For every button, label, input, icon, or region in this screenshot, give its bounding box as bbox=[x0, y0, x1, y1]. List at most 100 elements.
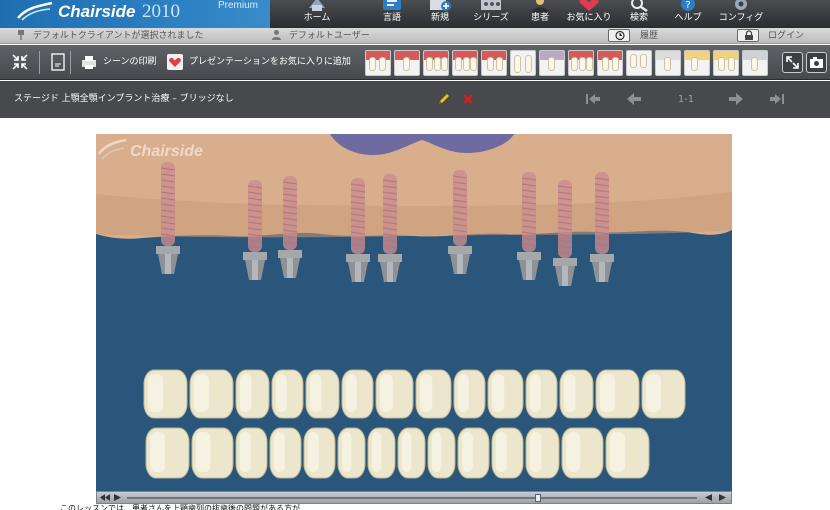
lower-denture bbox=[145, 427, 650, 479]
login-button[interactable] bbox=[737, 29, 759, 42]
history-label[interactable]: 履歴 bbox=[640, 29, 658, 43]
thumb-tooth bbox=[571, 57, 578, 71]
nav-help-label: ヘルプ bbox=[674, 13, 702, 23]
pin-icon bbox=[18, 30, 24, 40]
scene-thumbnail[interactable] bbox=[626, 50, 652, 76]
close-icon[interactable] bbox=[461, 92, 475, 106]
next-page-icon[interactable] bbox=[727, 92, 745, 106]
nav-series-button[interactable]: シリーズ bbox=[465, 0, 517, 28]
watermark-text: Chairside bbox=[130, 143, 203, 160]
thumb-tooth bbox=[718, 57, 725, 71]
clock-icon bbox=[615, 30, 625, 41]
svg-text:?: ? bbox=[685, 0, 690, 11]
first-page-icon[interactable] bbox=[584, 92, 602, 106]
add-favorite-icon[interactable] bbox=[166, 53, 184, 71]
thumb-tooth bbox=[612, 57, 619, 71]
thumb-tooth bbox=[640, 54, 647, 68]
top-header: Chairside 2010 Premium ホーム 言語 新規 シリーズ 患者… bbox=[0, 0, 830, 28]
fullscreen-icon bbox=[786, 56, 799, 69]
chairside-logo-icon bbox=[17, 1, 53, 21]
scene-thumbnail[interactable] bbox=[452, 50, 478, 76]
nav-series-label: シリーズ bbox=[473, 13, 509, 23]
logo-year: 2010 bbox=[142, 1, 180, 22]
print-scene-label[interactable]: シーンの印刷 bbox=[103, 56, 157, 68]
present-button[interactable] bbox=[806, 52, 827, 73]
config-icon bbox=[735, 0, 747, 10]
thumb-tooth bbox=[525, 55, 532, 73]
scene-thumbnail[interactable] bbox=[568, 50, 594, 76]
series-icon bbox=[481, 0, 501, 10]
add-favorite-label[interactable]: プレゼンテーションをお気に入りに追加 bbox=[189, 56, 351, 68]
dental-implant-illustration bbox=[96, 134, 732, 479]
nav-new-label: 新規 bbox=[430, 13, 449, 23]
thumb-tooth bbox=[579, 57, 586, 71]
edit-icon[interactable] bbox=[437, 92, 451, 106]
rewind-icon[interactable] bbox=[99, 493, 111, 502]
scene-thumbnail[interactable] bbox=[423, 50, 449, 76]
nav-favorites-button[interactable]: お気に入り bbox=[563, 0, 615, 28]
step-forward-icon[interactable] bbox=[716, 493, 728, 502]
thumb-tooth bbox=[751, 57, 758, 71]
thumb-tooth bbox=[379, 57, 386, 71]
favorites-icon bbox=[579, 0, 599, 11]
thumb-tooth bbox=[463, 57, 470, 71]
scene-thumbnail[interactable] bbox=[742, 50, 768, 76]
collapse-icon[interactable] bbox=[11, 53, 29, 71]
last-page-icon[interactable] bbox=[768, 92, 786, 106]
user-status-text: デフォルトユーザー bbox=[288, 31, 370, 41]
nav-config-button[interactable]: コンフィグ bbox=[715, 0, 767, 28]
nav-home-button[interactable]: ホーム bbox=[291, 0, 343, 28]
help-icon: ? bbox=[681, 0, 695, 11]
client-status[interactable]: デフォルトクライアントが選択されました bbox=[16, 29, 204, 43]
nav-search-label: 検索 bbox=[629, 13, 648, 23]
new-icon bbox=[430, 0, 451, 11]
thumb-tooth bbox=[441, 57, 448, 71]
history-button[interactable] bbox=[608, 29, 630, 42]
logo-edition: Premium bbox=[218, 0, 259, 11]
nav-home-label: ホーム bbox=[303, 13, 331, 23]
page-indicator: 1-1 bbox=[677, 94, 695, 105]
toolbar-divider bbox=[70, 51, 71, 74]
scene-viewer[interactable]: Chairside bbox=[96, 134, 732, 491]
scene-thumbnail[interactable] bbox=[394, 50, 420, 76]
login-label[interactable]: ログイン bbox=[768, 29, 804, 43]
nav-help-button[interactable]: ? ヘルプ bbox=[662, 0, 714, 28]
thumb-tooth bbox=[434, 57, 441, 71]
page-setup-icon[interactable] bbox=[49, 53, 67, 71]
scene-thumbnail[interactable] bbox=[510, 50, 536, 76]
camera-icon bbox=[810, 57, 823, 68]
user-status[interactable]: デフォルトユーザー bbox=[271, 29, 370, 43]
home-icon bbox=[309, 0, 325, 11]
print-icon[interactable] bbox=[80, 53, 98, 71]
nav-search-button[interactable]: 検索 bbox=[613, 0, 665, 28]
scene-thumbnail[interactable] bbox=[655, 50, 681, 76]
prev-page-icon[interactable] bbox=[625, 92, 643, 106]
upper-denture bbox=[143, 369, 686, 419]
scene-title: ステージド 上顎全顎インプラント治療 – ブリッジなし bbox=[14, 94, 234, 104]
scene-thumbnail[interactable] bbox=[365, 50, 391, 76]
thumb-tooth bbox=[455, 57, 462, 71]
scene-thumbnail[interactable] bbox=[539, 50, 565, 76]
user-icon bbox=[272, 30, 281, 40]
step-back-icon[interactable] bbox=[703, 493, 715, 502]
chairside-watermark-icon: Chairside bbox=[97, 138, 203, 160]
nav-language-label: 言語 bbox=[382, 13, 401, 23]
nav-new-button[interactable]: 新規 bbox=[414, 0, 466, 28]
search-icon bbox=[631, 0, 648, 12]
nav-config-label: コンフィグ bbox=[718, 13, 764, 23]
scene-thumbnail[interactable] bbox=[684, 50, 710, 76]
play-icon[interactable] bbox=[111, 493, 123, 502]
scene-thumbnail[interactable] bbox=[597, 50, 623, 76]
fullscreen-button[interactable] bbox=[782, 52, 803, 73]
client-status-text: デフォルトクライアントが選択されました bbox=[32, 31, 204, 41]
thumb-tooth bbox=[602, 57, 609, 71]
playback-slider-handle[interactable] bbox=[535, 494, 541, 502]
scene-thumbnail[interactable] bbox=[713, 50, 739, 76]
nav-language-button[interactable]: 言語 bbox=[366, 0, 418, 28]
scene-thumbnail[interactable] bbox=[481, 50, 507, 76]
nav-patient-button[interactable]: 患者 bbox=[514, 0, 566, 28]
playback-track[interactable] bbox=[127, 497, 697, 499]
thumb-tooth bbox=[728, 57, 735, 71]
thumb-tooth bbox=[487, 57, 494, 71]
thumb-tooth bbox=[426, 57, 433, 71]
